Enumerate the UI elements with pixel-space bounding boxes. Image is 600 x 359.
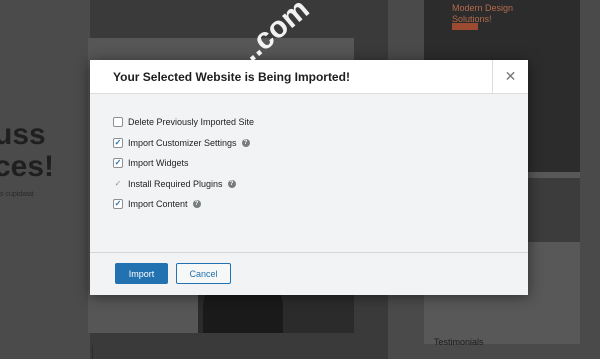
import-options-list: Delete Previously Imported Site ✓ Import… (113, 115, 254, 218)
option-import-customizer[interactable]: ✓ Import Customizer Settings ? (113, 136, 254, 150)
close-icon: ✕ (504, 68, 517, 84)
hero-text-line-1: Modern Design (452, 3, 514, 13)
background-left-panel: uss ces! s cupidatat (0, 0, 90, 359)
import-button[interactable]: Import (115, 263, 168, 284)
option-label: Import Customizer Settings (128, 137, 237, 148)
checkbox-checked[interactable]: ✓ (113, 199, 123, 209)
background-testimonials-label: Testimonials (434, 337, 484, 347)
help-icon[interactable]: ? (192, 200, 201, 208)
background-small-text: s cupidatat (0, 191, 34, 198)
help-icon[interactable]: ? (241, 138, 250, 147)
checkbox-checked[interactable]: ✓ (113, 158, 123, 168)
background-hero-button (452, 23, 478, 30)
check-mark-icon: ✓ (114, 178, 122, 188)
option-import-content[interactable]: ✓ Import Content ? (113, 197, 254, 211)
background-heading-line-2: ces! (0, 150, 55, 183)
modal-footer: Import Cancel (90, 252, 528, 295)
background-heading-line-1: uss (0, 118, 46, 151)
import-modal: Your Selected Website is Being Imported!… (90, 60, 528, 295)
option-label: Import Widgets (128, 158, 189, 168)
background-hero-text: Modern Design Solutions! (452, 3, 513, 25)
option-delete-previous[interactable]: Delete Previously Imported Site (113, 115, 254, 129)
cancel-button[interactable]: Cancel (176, 263, 231, 284)
checkbox-checked[interactable]: ✓ (113, 137, 123, 148)
modal-header: Your Selected Website is Being Imported!… (90, 60, 528, 94)
option-label: Import Content (128, 199, 188, 209)
option-import-widgets[interactable]: ✓ Import Widgets (113, 156, 254, 170)
option-install-plugins[interactable]: ✓ Install Required Plugins ? (113, 177, 254, 191)
background-divider (92, 345, 93, 359)
help-icon[interactable]: ? (227, 179, 236, 188)
option-label: Delete Previously Imported Site (128, 117, 255, 127)
checkbox-unchecked[interactable] (113, 117, 123, 127)
option-label: Install Required Plugins (128, 178, 223, 189)
modal-title: Your Selected Website is Being Imported! (113, 70, 350, 84)
close-button[interactable]: ✕ (492, 60, 528, 93)
